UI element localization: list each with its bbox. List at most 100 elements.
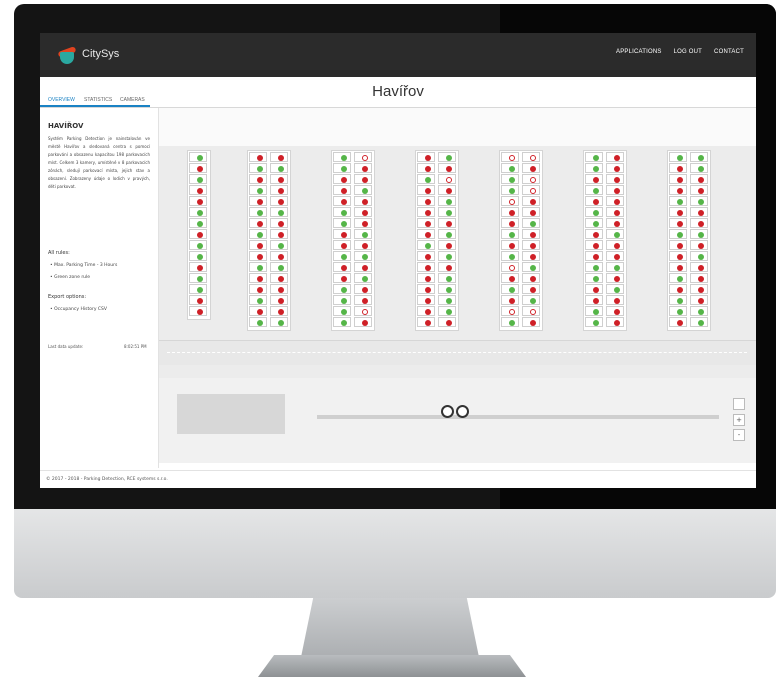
parking-space[interactable]: [249, 185, 267, 195]
parking-space[interactable]: [333, 196, 351, 206]
parking-space[interactable]: [333, 163, 351, 173]
parking-space[interactable]: [501, 229, 519, 239]
parking-space[interactable]: [522, 306, 540, 316]
parking-space[interactable]: [690, 196, 708, 206]
parking-space[interactable]: [333, 152, 351, 162]
parking-space[interactable]: [690, 240, 708, 250]
parking-space[interactable]: [417, 207, 435, 217]
parking-space[interactable]: [690, 229, 708, 239]
parking-space[interactable]: [417, 284, 435, 294]
parking-space[interactable]: [606, 240, 624, 250]
parking-space[interactable]: [501, 240, 519, 250]
parking-space[interactable]: [501, 306, 519, 316]
parking-space[interactable]: [189, 284, 207, 294]
parking-space[interactable]: [249, 207, 267, 217]
parking-space[interactable]: [606, 295, 624, 305]
parking-space[interactable]: [606, 317, 624, 327]
nav-applications[interactable]: APPLICATIONS: [616, 49, 662, 55]
parking-space[interactable]: [585, 306, 603, 316]
parking-space[interactable]: [333, 273, 351, 283]
parking-space[interactable]: [249, 251, 267, 261]
parking-space[interactable]: [690, 207, 708, 217]
parking-space[interactable]: [669, 152, 687, 162]
parking-space[interactable]: [522, 218, 540, 228]
fullscreen-button[interactable]: [733, 398, 745, 410]
parking-space[interactable]: [585, 240, 603, 250]
parking-space[interactable]: [270, 185, 288, 195]
parking-space[interactable]: [438, 251, 456, 261]
parking-space[interactable]: [333, 207, 351, 217]
parking-space[interactable]: [690, 306, 708, 316]
rule-item[interactable]: Max. Parking Time - 3 Hours: [50, 263, 117, 268]
parking-space[interactable]: [354, 207, 372, 217]
parking-space[interactable]: [522, 240, 540, 250]
parking-space[interactable]: [438, 295, 456, 305]
parking-space[interactable]: [501, 262, 519, 272]
parking-space[interactable]: [606, 163, 624, 173]
parking-space[interactable]: [522, 251, 540, 261]
parking-space[interactable]: [606, 262, 624, 272]
parking-space[interactable]: [669, 163, 687, 173]
parking-space[interactable]: [438, 174, 456, 184]
parking-map[interactable]: + -: [159, 108, 756, 463]
parking-space[interactable]: [606, 196, 624, 206]
parking-space[interactable]: [522, 152, 540, 162]
parking-space[interactable]: [438, 163, 456, 173]
parking-space[interactable]: [417, 251, 435, 261]
zoom-in-button[interactable]: +: [733, 414, 745, 426]
parking-space[interactable]: [354, 218, 372, 228]
parking-space[interactable]: [189, 262, 207, 272]
parking-space[interactable]: [249, 218, 267, 228]
parking-space[interactable]: [522, 262, 540, 272]
parking-space[interactable]: [417, 317, 435, 327]
parking-space[interactable]: [333, 306, 351, 316]
parking-space[interactable]: [417, 196, 435, 206]
parking-space[interactable]: [333, 251, 351, 261]
parking-space[interactable]: [270, 229, 288, 239]
parking-space[interactable]: [690, 251, 708, 261]
parking-space[interactable]: [333, 240, 351, 250]
nav-contact[interactable]: CONTACT: [714, 49, 744, 55]
parking-space[interactable]: [585, 185, 603, 195]
citysys-logo[interactable]: CitySys: [56, 43, 119, 65]
parking-space[interactable]: [501, 295, 519, 305]
parking-space[interactable]: [189, 273, 207, 283]
map-scroll-handle[interactable]: [441, 405, 469, 418]
parking-space[interactable]: [270, 284, 288, 294]
parking-space[interactable]: [522, 317, 540, 327]
parking-space[interactable]: [249, 196, 267, 206]
parking-space[interactable]: [501, 218, 519, 228]
parking-space[interactable]: [354, 240, 372, 250]
parking-space[interactable]: [501, 185, 519, 195]
parking-space[interactable]: [270, 262, 288, 272]
parking-space[interactable]: [669, 240, 687, 250]
parking-space[interactable]: [354, 174, 372, 184]
parking-space[interactable]: [354, 163, 372, 173]
parking-space[interactable]: [189, 185, 207, 195]
parking-space[interactable]: [333, 174, 351, 184]
parking-space[interactable]: [669, 295, 687, 305]
parking-space[interactable]: [189, 218, 207, 228]
parking-space[interactable]: [438, 185, 456, 195]
parking-space[interactable]: [270, 163, 288, 173]
parking-space[interactable]: [669, 306, 687, 316]
parking-space[interactable]: [522, 273, 540, 283]
parking-space[interactable]: [669, 273, 687, 283]
parking-space[interactable]: [417, 240, 435, 250]
parking-space[interactable]: [189, 229, 207, 239]
parking-space[interactable]: [690, 218, 708, 228]
parking-space[interactable]: [501, 174, 519, 184]
parking-space[interactable]: [333, 317, 351, 327]
parking-space[interactable]: [669, 207, 687, 217]
parking-space[interactable]: [606, 207, 624, 217]
parking-space[interactable]: [438, 218, 456, 228]
parking-space[interactable]: [690, 262, 708, 272]
parking-space[interactable]: [669, 229, 687, 239]
parking-space[interactable]: [585, 262, 603, 272]
map-scroll-track[interactable]: [317, 415, 719, 419]
parking-space[interactable]: [189, 174, 207, 184]
parking-space[interactable]: [690, 163, 708, 173]
parking-space[interactable]: [438, 317, 456, 327]
parking-space[interactable]: [354, 273, 372, 283]
parking-space[interactable]: [669, 185, 687, 195]
